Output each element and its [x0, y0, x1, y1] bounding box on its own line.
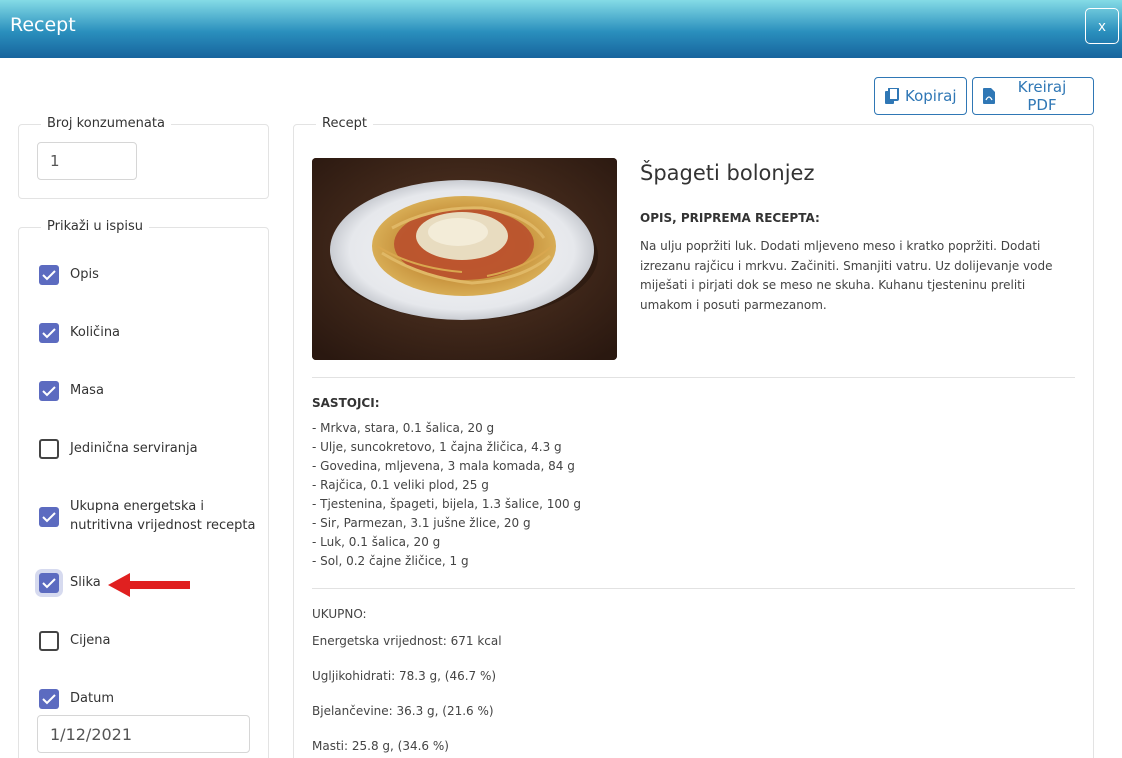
- ingredient-item: - Sol, 0.2 čajne žličice, 1 g: [312, 554, 469, 568]
- option-masa-checkbox[interactable]: [39, 381, 59, 401]
- arrow-left-icon: [108, 573, 190, 597]
- description-text: Na ulju popržiti luk. Dodati mljeveno me…: [640, 239, 1053, 312]
- divider: [312, 588, 1075, 589]
- description-heading: OPIS, PRIPREMA RECEPTA:: [640, 211, 820, 225]
- ingredients-heading: SASTOJCI:: [312, 396, 380, 410]
- option-opis-checkbox[interactable]: [39, 265, 59, 285]
- option-cijena-label: Cijena: [70, 633, 111, 648]
- print-options-legend: Prikaži u ispisu: [41, 219, 150, 234]
- create-pdf-button-label: Kreiraj PDF: [1017, 78, 1067, 114]
- consumers-input[interactable]: 1: [37, 142, 137, 180]
- date-input[interactable]: 1/12/2021: [37, 715, 250, 753]
- option-ukupna-vrijednost[interactable]: Ukupna energetska i nutritivna vrijednos…: [39, 497, 260, 535]
- check-icon: [42, 270, 56, 281]
- ingredient-item: - Tjestenina, špageti, bijela, 1.3 šalic…: [312, 497, 582, 511]
- ingredient-item: - Sir, Parmezan, 3.1 jušne žlice, 20 g: [312, 516, 531, 530]
- option-datum-checkbox[interactable]: [39, 689, 59, 709]
- ingredient-item: - Mrkva, stara, 0.1 šalica, 20 g: [312, 421, 495, 435]
- modal-title: Recept: [10, 14, 76, 36]
- consumers-legend: Broj konzumenata: [41, 116, 171, 131]
- check-icon: [42, 694, 56, 705]
- option-datum-label: Datum: [70, 691, 114, 706]
- nutrition-energy: Energetska vrijednost: 671 kcal: [312, 634, 502, 648]
- recipe-photo: [312, 158, 617, 360]
- copy-icon: [885, 88, 899, 104]
- recipe-title: Špageti bolonjez: [640, 161, 815, 185]
- spaghetti-image: [312, 158, 617, 360]
- option-kolicina-checkbox[interactable]: [39, 323, 59, 343]
- print-options-fieldset: Prikaži u ispisu Opis Količina Masa Jedi…: [18, 219, 269, 758]
- copy-button-label: Kopiraj: [905, 87, 957, 105]
- option-jedinicna-serviranja-checkbox[interactable]: [39, 439, 59, 459]
- divider: [312, 377, 1075, 378]
- option-kolicina-label: Količina: [70, 325, 121, 340]
- ingredient-item: - Luk, 0.1 šalica, 20 g: [312, 535, 441, 549]
- check-icon: [42, 578, 56, 589]
- recipe-fieldset: Recept Špageti bolonjez OPIS, PRIPREMA R…: [293, 116, 1094, 758]
- file-pdf-icon: [983, 88, 995, 104]
- nutrition-carbs: Ugljikohidrati: 78.3 g, (46.7 %): [312, 669, 497, 683]
- nutrition-fat: Masti: 25.8 g, (34.6 %): [312, 739, 449, 753]
- option-kolicina[interactable]: Količina: [39, 323, 260, 343]
- option-opis-label: Opis: [70, 267, 99, 282]
- recipe-legend: Recept: [316, 116, 373, 131]
- option-jedinicna-serviranja[interactable]: Jedinična serviranja: [39, 439, 260, 459]
- consumers-fieldset: Broj konzumenata 1: [18, 116, 269, 199]
- check-icon: [42, 512, 56, 523]
- close-button[interactable]: x: [1085, 8, 1119, 44]
- create-pdf-button[interactable]: Kreiraj PDF: [972, 77, 1094, 115]
- option-masa-label: Masa: [70, 383, 104, 398]
- option-opis[interactable]: Opis: [39, 265, 260, 285]
- total-heading: UKUPNO:: [312, 607, 367, 621]
- ingredients-list: - Mrkva, stara, 0.1 šalica, 20 g - Ulje,…: [312, 419, 581, 571]
- copy-button[interactable]: Kopiraj: [874, 77, 967, 115]
- ingredient-item: - Rajčica, 0.1 veliki plod, 25 g: [312, 478, 489, 492]
- option-cijena[interactable]: Cijena: [39, 631, 260, 651]
- option-ukupna-vrijednost-checkbox[interactable]: [39, 507, 59, 527]
- modal-header: Recept x: [0, 0, 1122, 58]
- ingredient-item: - Ulje, suncokretovo, 1 čajna žličica, 4…: [312, 440, 562, 454]
- option-ukupna-vrijednost-label: Ukupna energetska i nutritivna vrijednos…: [70, 499, 256, 533]
- option-datum[interactable]: Datum: [39, 689, 260, 709]
- option-cijena-checkbox[interactable]: [39, 631, 59, 651]
- option-jedinicna-serviranja-label: Jedinična serviranja: [70, 441, 198, 456]
- check-icon: [42, 386, 56, 397]
- option-slika-checkbox[interactable]: [39, 573, 59, 593]
- ingredient-item: - Govedina, mljevena, 3 mala komada, 84 …: [312, 459, 575, 473]
- nutrition-protein: Bjelančevine: 36.3 g, (21.6 %): [312, 704, 494, 718]
- check-icon: [42, 328, 56, 339]
- option-masa[interactable]: Masa: [39, 381, 260, 401]
